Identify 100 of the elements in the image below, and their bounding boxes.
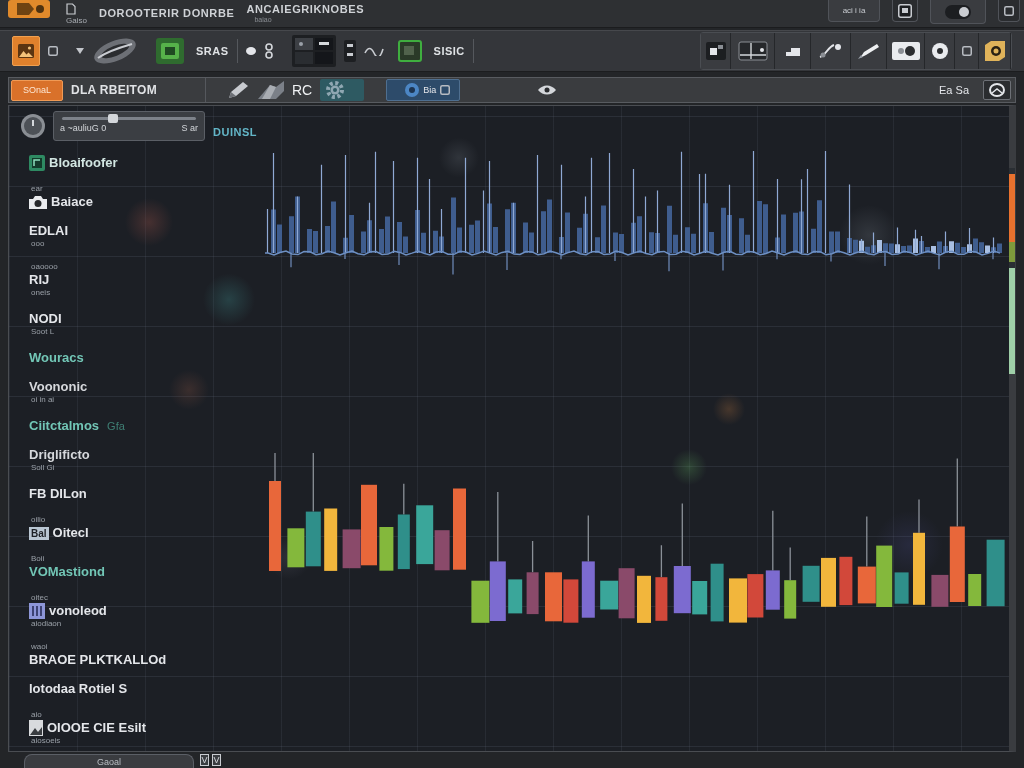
grid-icon <box>291 35 336 67</box>
title-button[interactable]: aci i ia <box>828 0 880 22</box>
window-subtitle: ANCAIEGRIKNOBES <box>246 3 365 16</box>
item-note: aiodiaon <box>31 619 62 629</box>
item-note: Gfa <box>107 420 125 432</box>
square-icon <box>48 46 58 56</box>
sidebar-item[interactable]: FB DILon <box>29 486 87 502</box>
square-icon <box>1004 5 1014 16</box>
sidebar-item[interactable]: NODI <box>29 311 62 327</box>
window-title: DOROOTERIR DONRBE <box>98 7 235 20</box>
chevron-circle-icon <box>989 83 1005 97</box>
footer-tab[interactable]: Gaoal <box>24 754 194 768</box>
item-caption: aio <box>31 710 42 720</box>
selector-button[interactable]: Bia <box>386 79 461 101</box>
item-caption: oitec <box>31 593 48 603</box>
square-icon <box>961 46 972 56</box>
slider-track[interactable] <box>62 117 196 120</box>
item-badge: Bal <box>29 526 49 540</box>
item-caption: oaoooo <box>31 262 58 272</box>
box-icon <box>212 754 221 766</box>
title-caption: Gaiso <box>66 15 87 25</box>
dialog-button[interactable] <box>892 0 918 22</box>
box-icon <box>200 754 209 766</box>
switch-icon <box>945 4 971 19</box>
curve-icon <box>818 43 843 59</box>
square-icon <box>440 85 451 95</box>
squares-icon <box>705 42 726 60</box>
slider-thumb[interactable] <box>107 114 118 123</box>
nut-icon <box>982 41 1007 61</box>
toolbar-button[interactable] <box>731 33 775 69</box>
view-button[interactable] <box>983 80 1011 100</box>
caret-icon <box>76 48 84 54</box>
sidebar-item[interactable]: Driglificto <box>29 447 90 463</box>
panel-label: Ea Sa <box>939 84 969 96</box>
pencil-icon <box>227 81 250 99</box>
knob-icon <box>21 114 45 138</box>
image-icon <box>18 44 34 58</box>
tile-icon <box>156 38 184 64</box>
pen-icon <box>857 43 880 59</box>
sidebar-item[interactable]: BRAOE PLKTKALLOd <box>29 652 167 668</box>
camera-icon <box>29 195 47 209</box>
item-caption: waoi <box>31 642 48 652</box>
sidebar-item[interactable]: Bloaifoofer <box>49 155 118 171</box>
wave-icon <box>363 46 384 56</box>
toolbar-button[interactable] <box>955 33 979 69</box>
item-caption: oilio <box>31 515 46 525</box>
sidebar-item[interactable]: vonoleod <box>49 603 107 619</box>
item-caption: ear <box>31 184 43 194</box>
sidebar-item[interactable]: VOMastiond <box>29 564 105 580</box>
sidebar-item[interactable]: Wouracs <box>29 350 84 366</box>
dot-icon <box>245 47 256 55</box>
item-note: oneis <box>31 288 51 298</box>
app-icon <box>8 0 50 18</box>
toolbar-button[interactable] <box>811 33 851 69</box>
toolbar-button[interactable] <box>775 33 811 69</box>
toolbar-button[interactable] <box>851 33 887 69</box>
item-note: aiosoeis <box>31 736 61 746</box>
step-icon <box>785 46 800 56</box>
toolbar-button[interactable] <box>887 33 925 69</box>
sidebar-item[interactable]: Voononic <box>29 379 88 395</box>
item-note: ooo <box>31 239 45 249</box>
sidebar-item[interactable]: RIJ <box>29 272 50 288</box>
value-label: DUINSL <box>213 126 257 138</box>
columns-icon <box>29 603 45 619</box>
rings-icon <box>263 43 274 59</box>
panel-title: DLA RBEITOM <box>71 83 157 97</box>
window-button[interactable] <box>998 0 1020 22</box>
slider-reading: S ar <box>181 123 198 133</box>
bars-icon <box>343 40 356 62</box>
image-button[interactable] <box>12 36 40 66</box>
toolbar-button[interactable] <box>701 33 731 69</box>
toolbar-label: SISIC <box>433 45 465 57</box>
sidebar-item[interactable]: Oitecl <box>52 525 89 541</box>
slider-reading: a ~auliuG 0 <box>60 123 107 133</box>
fold-icon <box>257 81 284 99</box>
ring-icon <box>405 83 420 97</box>
toolbar-button[interactable] <box>979 33 1011 69</box>
disc-icon <box>931 43 948 59</box>
sidebar-item[interactable]: Ciitctalmos <box>29 418 100 434</box>
sidebar-item[interactable]: lotodaa Rotiel S <box>29 681 128 697</box>
eye-icon <box>538 85 557 95</box>
tile-icon <box>29 155 45 171</box>
sidebar-item[interactable]: EDLAI <box>29 223 68 239</box>
switch-button[interactable] <box>930 0 986 24</box>
picture-icon <box>29 720 43 736</box>
toolbar-label: SRAS <box>196 45 229 57</box>
item-note: Soll Gi <box>31 463 55 473</box>
gear-icon <box>326 81 345 99</box>
item-caption: Boii <box>31 554 45 564</box>
dialog-icon <box>898 3 912 18</box>
document-icon <box>66 2 76 15</box>
oval-icon <box>92 36 138 66</box>
item-note: Soot L <box>31 327 55 337</box>
tape-icon <box>891 42 920 60</box>
sidebar-item[interactable]: Baiace <box>51 194 93 210</box>
frame-icon <box>397 40 422 62</box>
toolbar-button[interactable] <box>925 33 955 69</box>
settings-button[interactable] <box>320 79 365 101</box>
item-note: oi in ai <box>31 395 55 405</box>
sidebar-item[interactable]: OIOOE CIE Esilt <box>47 720 146 736</box>
